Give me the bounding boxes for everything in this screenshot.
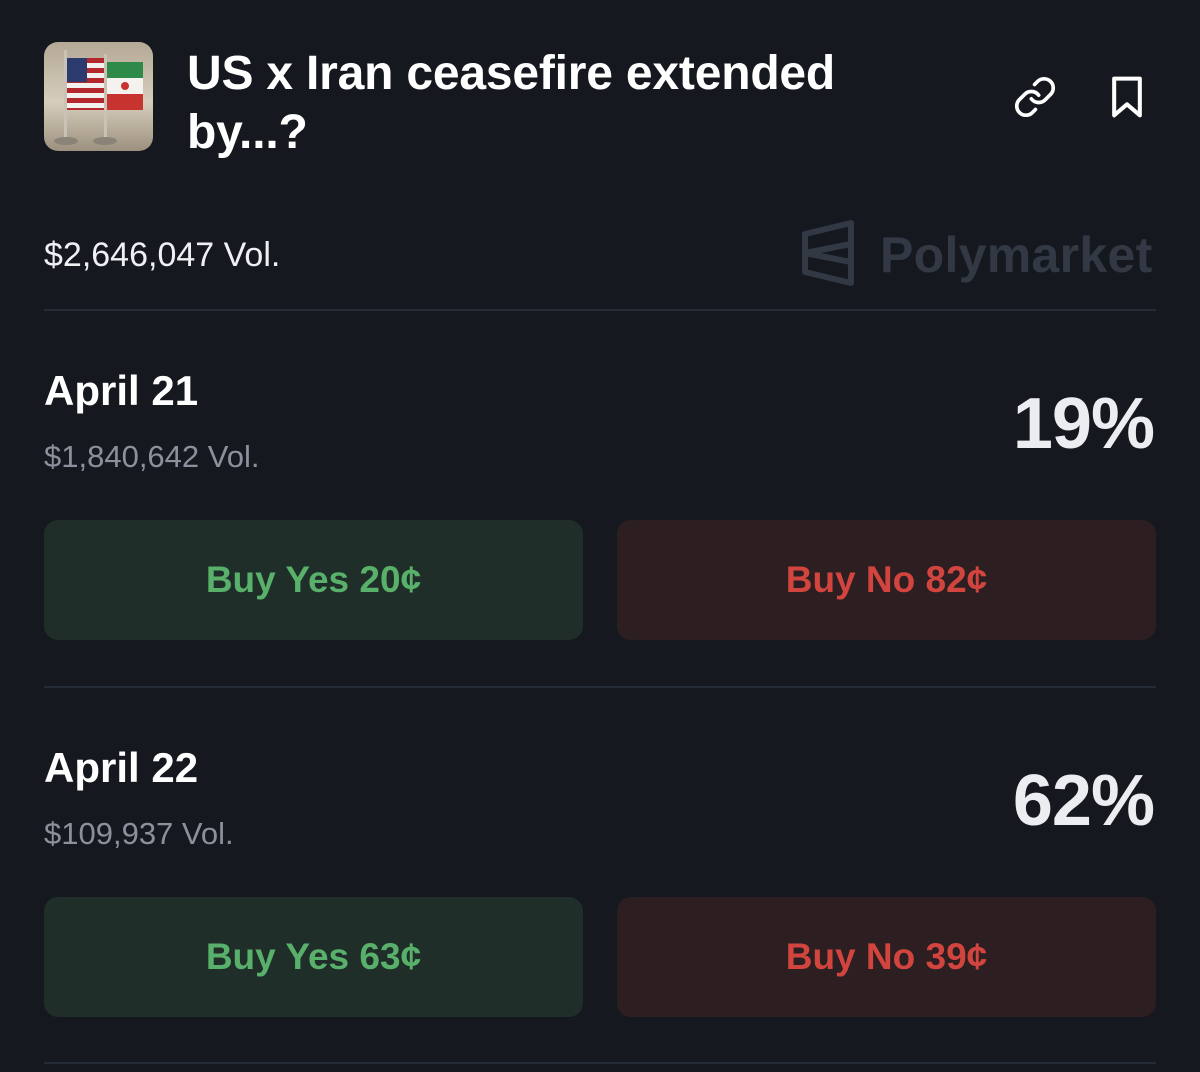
market-header: US x Iran ceasefire extended by...? [44,42,1156,162]
divider [44,1062,1156,1064]
outcome-row: April 22 $109,937 Vol. 62% Buy Yes 63¢ B… [44,743,1156,1043]
link-icon[interactable] [1010,72,1060,122]
polymarket-watermark: Polymarket [800,219,1160,291]
outcome-volume: $1,840,642 Vol. [44,439,260,474]
outcome-row: April 21 $1,840,642 Vol. 19% Buy Yes 20¢… [44,366,1156,666]
buy-no-button[interactable]: Buy No 82¢ [617,520,1156,640]
buy-yes-button[interactable]: Buy Yes 20¢ [44,520,583,640]
market-title: US x Iran ceasefire extended by...? [187,47,836,159]
divider [44,309,1156,311]
us-iran-flags-image [44,42,153,151]
polymarket-brand-name: Polymarket [880,227,1153,283]
outcome-probability: 19% [1012,384,1155,464]
total-volume: $2,646,047 Vol. [44,236,281,274]
divider [44,686,1156,688]
outcome-volume: $109,937 Vol. [44,816,234,851]
bookmark-icon[interactable] [1102,72,1152,122]
buy-no-button[interactable]: Buy No 39¢ [617,897,1156,1017]
outcome-date: April 22 [44,744,199,791]
outcome-probability: 62% [1012,761,1155,841]
buy-yes-button[interactable]: Buy Yes 63¢ [44,897,583,1017]
polymarket-logo-icon [800,219,856,291]
outcome-date: April 21 [44,367,199,414]
